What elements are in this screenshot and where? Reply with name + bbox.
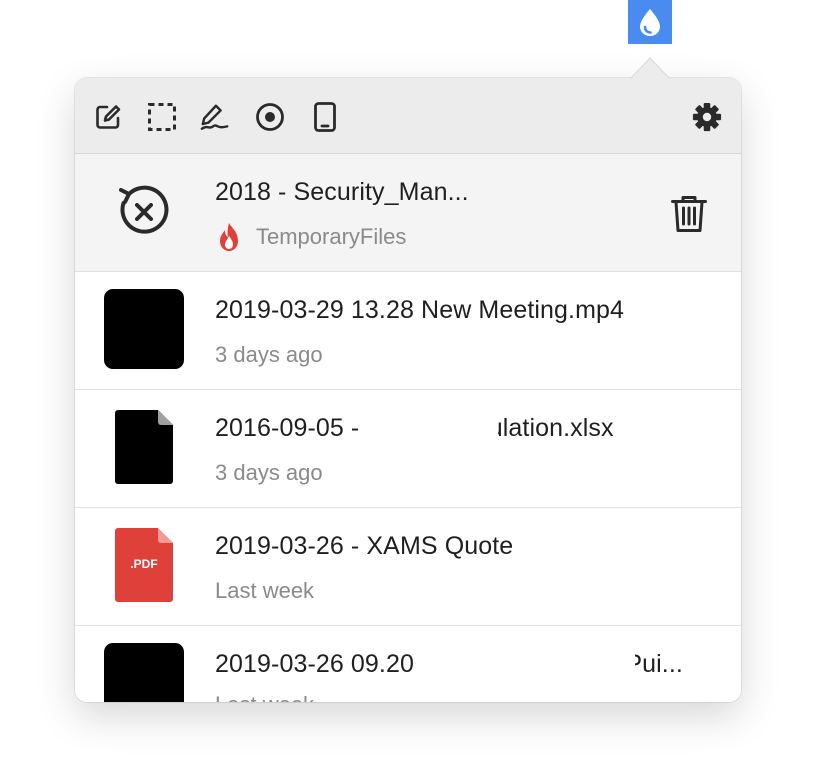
trash-icon[interactable] (669, 194, 709, 234)
record-icon[interactable] (255, 102, 285, 132)
edit-icon[interactable] (93, 102, 123, 132)
file-title: 2019-03-29 13.28 New Meeting.mp4 (215, 296, 625, 324)
droplet-icon (640, 9, 660, 36)
active-item-title: 2018 - Security_Man... (215, 178, 469, 206)
file-subtitle: Last week (215, 578, 315, 603)
file-icon (104, 407, 184, 487)
file-subtitle: Last week (215, 692, 314, 702)
file-subtitle: 3 days ago (215, 342, 323, 367)
file-subtitle: 3 days ago (215, 460, 323, 485)
phone-icon[interactable] (310, 102, 340, 132)
video-thumbnail (104, 289, 184, 369)
file-row[interactable]: .PDF 2019-03-26 - XAMS Quote .pdf Last w… (75, 508, 741, 626)
file-row[interactable]: 2016-09-05 - calculation.xlsx 3 days ago (75, 390, 741, 508)
popover-arrow (630, 57, 670, 80)
file-row[interactable]: 2019-03-29 13.28 New Meeting.mp4 3 days … (75, 272, 741, 390)
pdf-icon: .PDF (104, 525, 184, 605)
selection-icon[interactable] (147, 102, 177, 132)
signature-icon[interactable] (200, 102, 230, 132)
flame-icon (218, 222, 240, 252)
file-row[interactable]: 2019-03-26 09.20 Pui... Last week (75, 626, 741, 702)
video-thumbnail (104, 643, 184, 702)
file-title: 2019-03-26 - XAMS Quote .pdf (215, 532, 626, 560)
popover-panel: 2018 - Security_Man... TemporaryFiles 20… (75, 78, 741, 702)
active-upload-item[interactable]: 2018 - Security_Man... TemporaryFiles (75, 154, 741, 272)
menubar-app-button[interactable] (628, 0, 672, 44)
redaction (568, 508, 668, 568)
toolbar (75, 78, 741, 154)
undo-close-icon[interactable] (104, 171, 184, 251)
pdf-label: .PDF (130, 557, 158, 571)
redaction (398, 402, 498, 476)
gear-icon[interactable] (692, 102, 722, 132)
redaction (461, 626, 635, 686)
active-item-source: TemporaryFiles (256, 224, 407, 249)
